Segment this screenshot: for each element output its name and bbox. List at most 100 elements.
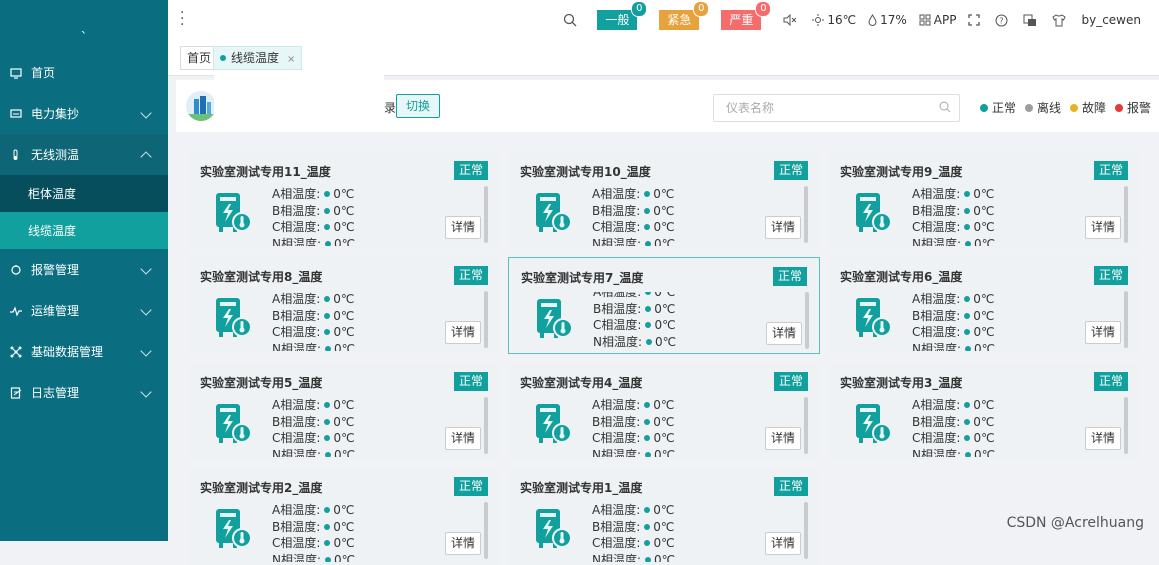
status-dot-icon [325,451,332,457]
theme-button[interactable] [1052,13,1069,27]
switch-button[interactable]: 切换 [396,94,440,118]
sidebar-subitem-cable-temp[interactable]: 线缆温度 [0,212,168,249]
cable-temperature-device-icon [853,402,893,449]
search-icon[interactable] [939,101,951,113]
device-card[interactable]: 实验室测试专用7_温度 正常 A相温度: 0℃ B相温度: 0℃ C相温度: 0℃ N相温度: 0… [508,257,820,354]
alert-urgent-button[interactable]: 紧急 0 [659,1,710,30]
scrollbar[interactable] [805,292,809,349]
reading-value: 0℃ [333,220,355,234]
scrollbar[interactable] [1124,397,1128,454]
sidebar-item-home[interactable]: 首页 [0,52,168,93]
detail-button[interactable]: 详情 [765,216,801,239]
detail-button[interactable]: 详情 [1085,427,1121,450]
temperature-value: 16℃ [827,13,857,27]
detail-button[interactable]: 详情 [1085,321,1121,344]
detail-button[interactable]: 详情 [765,427,801,450]
detail-button[interactable]: 详情 [1085,216,1121,239]
device-card[interactable]: 实验室测试专用3_温度 正常 A相温度: 0℃ B相温度: 0℃ C相温度: 0℃ N相温度: 0… [828,363,1140,460]
dropdown-panel [214,72,384,124]
readings-list: A相温度: 0℃ B相温度: 0℃ C相温度: 0℃ N相温度: 0℃ [272,397,392,457]
device-card[interactable]: 实验室测试专用4_温度 正常 A相温度: 0℃ B相温度: 0℃ C相温度: 0℃ N相温度: 0… [508,363,820,460]
reading-row: B相温度: 0℃ [272,203,392,220]
reading-value: 0℃ [973,398,995,412]
device-card[interactable]: 实验室测试专用6_温度 正常 A相温度: 0℃ B相温度: 0℃ C相温度: 0℃ N相温度: 0… [828,257,1140,354]
scrollbar[interactable] [804,186,808,243]
sidebar-item-label: 电力集抄 [31,107,80,121]
reading-name: C相温度: [912,220,961,234]
device-card[interactable]: 实验室测试专用8_温度 正常 A相温度: 0℃ B相温度: 0℃ C相温度: 0℃ N相温度: 0… [188,257,500,354]
legend-fault: 故障 [1069,99,1106,116]
alert-normal-button[interactable]: 一般 0 [597,1,648,30]
menu-toggle-icon[interactable]: · · · [180,6,184,32]
scrollbar[interactable] [484,502,488,559]
legend-dot [1024,103,1033,112]
reading-row: N相温度: 0℃ [593,334,713,351]
reading-value: 0℃ [333,503,355,517]
reading-row: B相温度: 0℃ [272,414,392,431]
reading-value: 0℃ [654,292,676,299]
status-dot-icon [964,191,971,197]
reading-value: 0℃ [333,308,355,323]
device-card[interactable]: 实验室测试专用1_温度 正常 A相温度: 0℃ B相温度: 0℃ C相温度: 0℃ N相温度: 0… [508,468,820,565]
card-title: 实验室测试专用11_温度 [200,165,331,179]
status-dot-icon [324,191,331,197]
tab-cable-temp[interactable]: 线缆温度 × [213,46,303,70]
status-dot-icon [964,329,971,335]
alert-severe-button[interactable]: 严重 0 [721,1,772,30]
scrollbar[interactable] [484,291,488,348]
scrollbar[interactable] [804,502,808,559]
detail-button[interactable]: 详情 [766,322,802,345]
reading-row: N相温度: 0℃ [272,341,392,351]
reading-name: A相温度: [272,292,321,306]
speaker-mute-icon [783,14,797,26]
translate-button[interactable] [1023,14,1040,27]
close-icon[interactable]: × [287,54,295,65]
reading-value: 0℃ [654,447,676,458]
reading-row: B相温度: 0℃ [912,308,1032,325]
card-title: 实验室测试专用4_温度 [520,376,643,390]
scrollbar[interactable] [484,397,488,454]
reading-row: A相温度: 0℃ [912,186,1032,203]
status-dot-icon [644,191,651,197]
meter-name-input[interactable] [714,95,928,121]
reading-row: C相温度: 0℃ [912,219,1032,236]
reading-name: N相温度: [592,447,642,458]
device-card[interactable]: 实验室测试专用11_温度 正常 A相温度: 0℃ B相温度: 0℃ C相温度: 0℃ N相温度:… [188,152,500,249]
help-button[interactable]: ? [995,14,1011,27]
detail-button[interactable]: 详情 [765,532,801,555]
detail-button[interactable]: 详情 [445,321,481,344]
device-card[interactable]: 实验室测试专用5_温度 正常 A相温度: 0℃ B相温度: 0℃ C相温度: 0℃ N相温度: 0… [188,363,500,460]
status-dot-icon [324,296,331,302]
cable-temperature-device-icon [213,191,253,238]
fullscreen-button[interactable] [968,14,983,26]
user-menu[interactable]: by_cewen [1081,13,1141,27]
weather-humidity: 17% [868,13,907,27]
scrollbar[interactable] [1124,186,1128,243]
reading-value: 0℃ [654,301,676,316]
sidebar-item-ops[interactable]: 运维管理 [0,290,168,331]
search-icon[interactable] [563,13,577,27]
device-card[interactable]: 实验室测试专用9_温度 正常 A相温度: 0℃ B相温度: 0℃ C相温度: 0℃ N相温度: 0… [828,152,1140,249]
sidebar-item-basedata[interactable]: 基础数据管理 [0,331,168,372]
scrollbar[interactable] [804,397,808,454]
scrollbar[interactable] [484,186,488,243]
status-dot-icon [644,435,651,441]
legend-alarm: 报警 [1114,99,1151,116]
sidebar-subitem-label: 线缆温度 [28,224,77,238]
mute-toggle[interactable] [783,14,800,26]
sidebar-subitem-cabinet-temp[interactable]: 柜体温度 [0,175,168,212]
app-link[interactable]: APP [919,13,956,27]
reading-row: A相温度: 0℃ [592,186,712,203]
detail-button[interactable]: 详情 [445,216,481,239]
reading-name: A相温度: [272,398,321,412]
detail-button[interactable]: 详情 [445,532,481,555]
sidebar-item-wireless-temp[interactable]: 无线测温 [0,134,168,175]
translate-icon [1023,14,1037,26]
device-card[interactable]: 实验室测试专用2_温度 正常 A相温度: 0℃ B相温度: 0℃ C相温度: 0℃ N相温度: 0… [188,468,500,565]
detail-button[interactable]: 详情 [445,427,481,450]
device-card[interactable]: 实验室测试专用10_温度 正常 A相温度: 0℃ B相温度: 0℃ C相温度: 0℃ N相温度:… [508,152,820,249]
scrollbar[interactable] [1124,291,1128,348]
sidebar-item-alarm[interactable]: 报警管理 [0,249,168,290]
sidebar-item-power[interactable]: 电力集抄 [0,93,168,134]
sidebar-item-log[interactable]: 日志管理 [0,372,168,413]
